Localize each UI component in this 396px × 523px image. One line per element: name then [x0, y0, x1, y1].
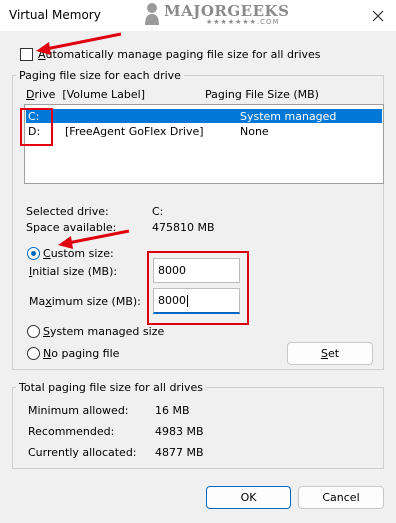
system-managed-label[interactable]: System managed size: [43, 325, 164, 338]
drive-volume-label: [FreeAgent GoFlex Drive]: [65, 125, 204, 138]
paging-group-title: Paging file size for each drive: [16, 69, 184, 82]
ok-button[interactable]: OK: [206, 486, 291, 509]
initial-size-label: Initial size (MB):: [29, 265, 118, 278]
drive-list[interactable]: C: System managed D: [FreeAgent GoFlex D…: [24, 104, 384, 184]
minimum-allowed-label: Minimum allowed:: [28, 404, 129, 417]
system-managed-radio[interactable]: [27, 325, 40, 338]
window-title: Virtual Memory: [9, 8, 101, 22]
drive-row-c[interactable]: C: System managed: [26, 109, 382, 123]
maximum-size-label: Maximum size (MB):: [29, 295, 141, 308]
column-header-drive: Drive [Volume Label]: [26, 88, 146, 101]
majorgeeks-watermark: MAJORGEEKS ★★★★★★★.COM: [142, 0, 289, 28]
space-available-value: 475810 MB: [152, 221, 215, 234]
custom-size-radio[interactable]: [27, 247, 40, 260]
annotation-box-sizes: [147, 251, 249, 325]
drive-row-d[interactable]: D: [FreeAgent GoFlex Drive] None: [26, 124, 382, 138]
currently-allocated-label: Currently allocated:: [28, 446, 137, 459]
watermark-logo-icon: [145, 3, 159, 25]
currently-allocated-value: 4877 MB: [155, 446, 204, 459]
drive-paging-size: None: [240, 125, 269, 138]
selected-drive-value: C:: [152, 205, 164, 218]
set-button[interactable]: Set: [287, 342, 373, 365]
recommended-label: Recommended:: [28, 425, 115, 438]
cancel-button[interactable]: Cancel: [298, 486, 384, 509]
space-available-label: Space available:: [26, 221, 117, 234]
auto-manage-checkbox[interactable]: [20, 48, 33, 61]
custom-size-label[interactable]: Custom size:: [43, 247, 114, 260]
no-paging-radio[interactable]: [27, 347, 40, 360]
auto-manage-label[interactable]: Automatically manage paging file size fo…: [38, 48, 321, 61]
selected-drive-label: Selected drive:: [26, 205, 109, 218]
drive-paging-size: System managed: [240, 110, 337, 123]
column-header-size: Paging File Size (MB): [205, 88, 319, 101]
watermark-sub: ★★★★★★★.COM: [206, 18, 280, 26]
close-icon: [372, 10, 384, 21]
total-group-title: Total paging file size for all drives: [16, 381, 207, 394]
no-paging-label[interactable]: No paging file: [43, 347, 119, 360]
close-button[interactable]: [360, 0, 396, 31]
annotation-box-drives: [20, 108, 53, 146]
recommended-value: 4983 MB: [155, 425, 204, 438]
minimum-allowed-value: 16 MB: [155, 404, 190, 417]
